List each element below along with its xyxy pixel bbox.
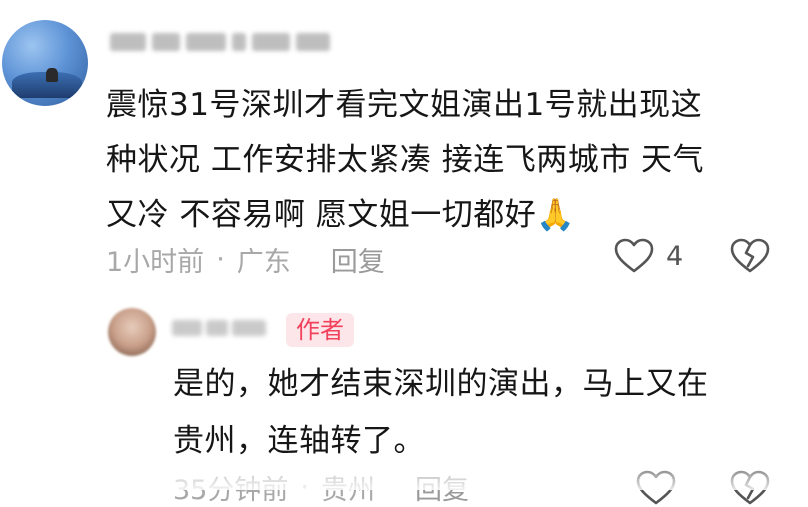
- avatar[interactable]: [2, 20, 88, 106]
- reply-location: 贵州: [320, 475, 375, 506]
- heart-outline-icon[interactable]: [636, 470, 676, 506]
- meta-separator: ·: [216, 244, 225, 275]
- reply-button[interactable]: 回复: [331, 240, 385, 279]
- avatar-figure: [46, 68, 58, 82]
- reply-username-blurred[interactable]: [172, 318, 272, 338]
- broken-heart-icon[interactable]: [730, 470, 770, 506]
- reply-text: 是的，她才结束深圳的演出，马上又在 贵州，连轴转了。: [173, 366, 709, 459]
- comment-location: 广东: [236, 247, 291, 278]
- like-button[interactable]: 4: [614, 238, 683, 274]
- comment-time: 1小时前: [106, 247, 205, 278]
- author-badge: 作者: [286, 313, 354, 347]
- reply-reply-button[interactable]: 回复: [415, 468, 469, 507]
- reply-time: 35分钟前: [173, 475, 289, 506]
- like-count: 4: [666, 240, 684, 272]
- heart-outline-icon: [614, 238, 654, 273]
- meta-separator: ·: [300, 472, 309, 503]
- broken-heart-icon[interactable]: [730, 238, 770, 274]
- reply-avatar[interactable]: [108, 308, 156, 356]
- comment-meta: 1小时前 · 广东 回复: [106, 240, 385, 279]
- username-blurred[interactable]: [110, 30, 360, 54]
- comment-text: 震惊31号深圳才看完文姐演出1号就出现这 种状况 工作安排太紧凑 接连飞两城市 …: [106, 87, 705, 233]
- reply-meta: 35分钟前 · 贵州 回复: [173, 468, 469, 507]
